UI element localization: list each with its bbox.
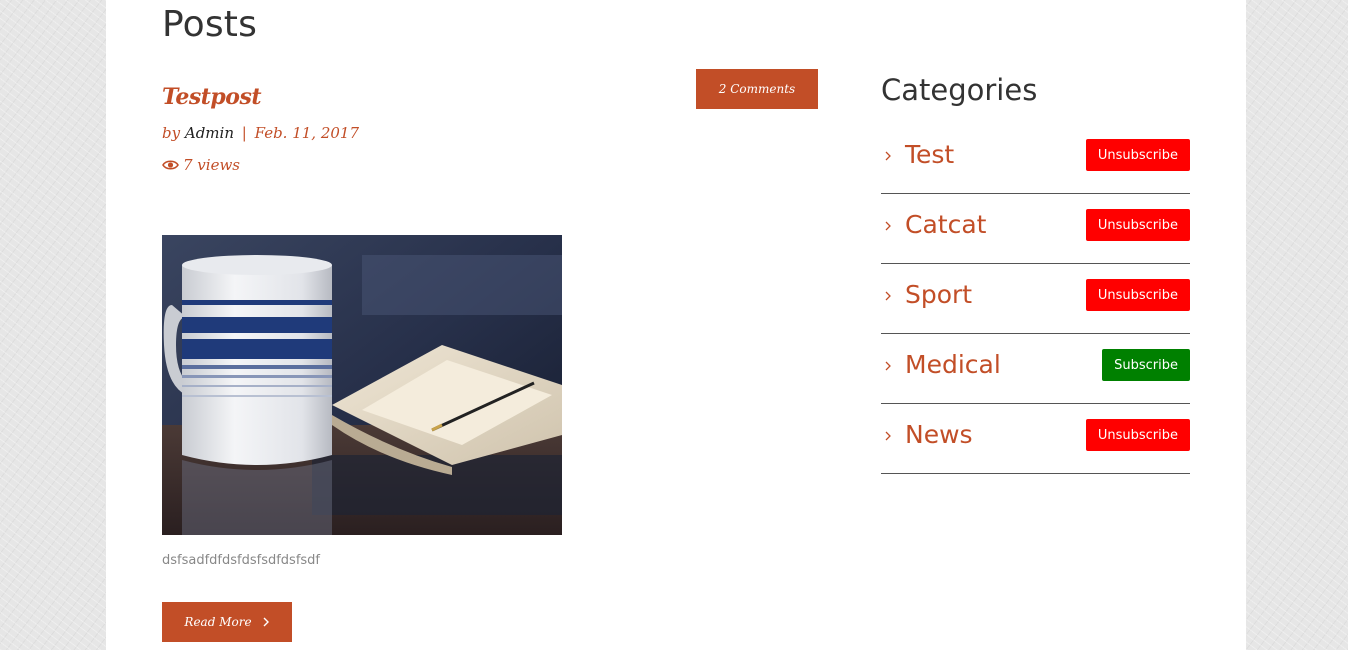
chevron-right-icon (885, 361, 891, 371)
unsubscribe-button-news[interactable]: Unsubscribe (1085, 419, 1190, 451)
chevron-right-icon (885, 431, 891, 441)
chevron-right-icon (885, 221, 891, 231)
subscribe-button-medical[interactable]: Subscribe (1102, 349, 1190, 381)
post-author[interactable]: Admin (185, 124, 234, 142)
meta-separator: | (241, 124, 247, 142)
post-date: Feb. 11, 2017 (254, 124, 360, 142)
eye-icon (162, 160, 179, 170)
category-item-catcat: Catcat Unsubscribe (881, 194, 1190, 264)
category-item-sport: Sport Unsubscribe (881, 264, 1190, 334)
category-link-test[interactable]: Test (905, 140, 954, 169)
mug-and-notebook-photo (162, 235, 562, 535)
categories-list: Test Unsubscribe Catcat Unsubscribe Spor… (881, 124, 1190, 474)
category-link-sport[interactable]: Sport (905, 280, 972, 309)
sidebar-title: Categories (881, 73, 1038, 107)
views-count: 7 views (183, 156, 240, 174)
chevron-right-icon (263, 617, 269, 627)
category-link-medical[interactable]: Medical (905, 350, 1001, 379)
unsubscribe-button-sport[interactable]: Unsubscribe (1085, 279, 1190, 311)
category-link-catcat[interactable]: Catcat (905, 210, 986, 239)
category-item-medical: Medical Subscribe (881, 334, 1190, 404)
chevron-right-icon (885, 151, 891, 161)
category-item-test: Test Unsubscribe (881, 124, 1190, 194)
by-label: by (162, 124, 181, 142)
page-container: Posts Testpost by Admin | Feb. 11, 2017 … (106, 0, 1246, 650)
unsubscribe-button-catcat[interactable]: Unsubscribe (1085, 209, 1190, 241)
page-title: Posts (162, 4, 258, 45)
post-image[interactable] (162, 235, 562, 535)
read-more-button[interactable]: Read More (162, 602, 292, 642)
unsubscribe-button-test[interactable]: Unsubscribe (1085, 139, 1190, 171)
read-more-label: Read More (184, 615, 252, 629)
comments-button[interactable]: 2 Comments (696, 69, 818, 109)
category-item-news: News Unsubscribe (881, 404, 1190, 474)
chevron-right-icon (885, 291, 891, 301)
post-excerpt: dsfsadfdfdsfdsfsdfdsfsdf (162, 553, 321, 568)
post-meta: by Admin | Feb. 11, 2017 (162, 124, 359, 142)
post-views: 7 views (162, 156, 240, 174)
category-link-news[interactable]: News (905, 420, 973, 449)
post-title-link[interactable]: Testpost (162, 84, 262, 110)
